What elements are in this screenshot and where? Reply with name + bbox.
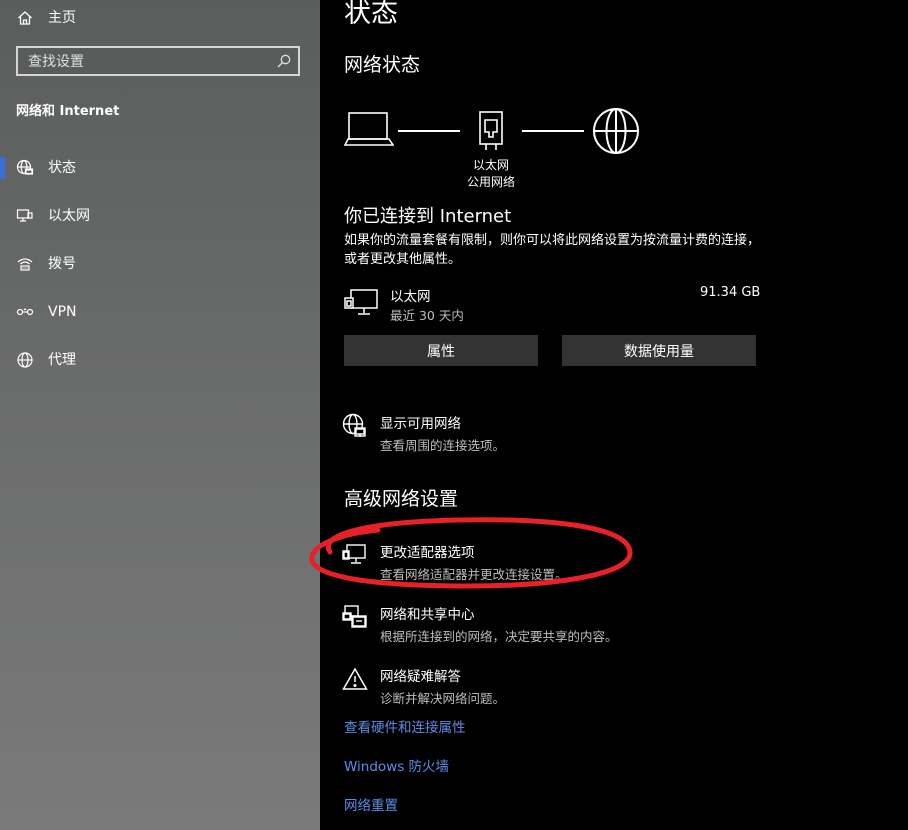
globe-icon — [16, 351, 34, 369]
ethernet-port-icon — [478, 110, 504, 156]
sharing-center-subtitle: 根据所连接到的网络，决定要共享的内容。 — [380, 629, 618, 644]
search-input[interactable] — [26, 51, 280, 73]
settings-search-box[interactable] — [16, 46, 300, 76]
sidebar-item-label: VPN — [48, 304, 77, 320]
search-icon[interactable] — [276, 53, 292, 73]
troubleshoot-subtitle: 诊断并解决网络问题。 — [380, 691, 506, 706]
sharing-center-title: 网络和共享中心 — [380, 607, 475, 623]
ethernet-connection-icon — [344, 288, 380, 322]
troubleshoot-title: 网络疑难解答 — [380, 669, 461, 685]
connected-heading: 你已连接到 Internet — [344, 206, 512, 227]
sidebar-item-ethernet[interactable]: 以太网 — [0, 198, 320, 234]
home-icon — [16, 9, 34, 27]
troubleshoot-link[interactable]: 网络疑难解答 诊断并解决网络问题。 — [380, 665, 505, 707]
sidebar: 主页 网络和 Internet 状态 以太网 — [0, 0, 320, 830]
properties-button[interactable]: 属性 — [344, 335, 538, 366]
network-reset-link[interactable]: 网络重置 — [344, 794, 398, 814]
sidebar-item-label: 代理 — [48, 352, 76, 368]
sidebar-item-label: 以太网 — [48, 208, 90, 224]
sharing-center-link[interactable]: 网络和共享中心 根据所连接到的网络，决定要共享的内容。 — [380, 603, 618, 645]
home-nav-item[interactable]: 主页 — [0, 0, 320, 36]
ethernet-icon — [16, 207, 34, 225]
section-title: 网络和 Internet — [16, 104, 120, 119]
network-status-heading: 网络状态 — [344, 54, 421, 76]
laptop-icon — [343, 110, 395, 152]
advanced-settings-heading: 高级网络设置 — [344, 488, 459, 510]
globe-status-icon — [16, 159, 34, 177]
show-networks-icon — [342, 413, 368, 443]
sidebar-item-label: 状态 — [48, 160, 76, 176]
data-usage-button[interactable]: 数据使用量 — [562, 335, 756, 366]
hardware-properties-link[interactable]: 查看硬件和连接属性 — [344, 716, 466, 736]
page-title: 状态 — [344, 0, 398, 29]
red-annotation-circle — [309, 517, 633, 589]
windows-firewall-link[interactable]: Windows 防火墙 — [344, 755, 449, 775]
sharing-center-icon — [342, 604, 368, 634]
sidebar-item-status[interactable]: 状态 — [0, 150, 320, 186]
vpn-icon — [16, 303, 34, 321]
main-content: 状态 网络状态 以太网 公用网络 你已连接到 Internet 如果你的流量套餐… — [309, 0, 908, 830]
connection-period: 最近 30 天内 — [390, 308, 464, 323]
data-usage-amount: 91.34 GB — [700, 285, 761, 300]
sidebar-item-dialup[interactable]: 拨号 — [0, 246, 320, 282]
diagram-label-ethernet: 以太网 — [472, 158, 509, 172]
diagram-label-network-type: 公用网络 — [466, 175, 515, 189]
show-networks-link[interactable]: 显示可用网络 查看周围的连接选项。 — [380, 412, 505, 454]
sidebar-item-proxy[interactable]: 代理 — [0, 342, 320, 378]
sidebar-item-label: 拨号 — [48, 256, 76, 272]
show-networks-subtitle: 查看周围的连接选项。 — [380, 438, 506, 453]
sidebar-item-vpn[interactable]: VPN — [0, 294, 320, 330]
warning-icon — [342, 667, 368, 695]
connection-line — [398, 130, 460, 132]
connection-line — [522, 130, 584, 132]
connected-description: 如果你的流量套餐有限制，则你可以将此网络设置为按流量计费的连接，或者更改其他属性… — [344, 233, 761, 267]
connection-name: 以太网 — [390, 289, 431, 305]
internet-globe-icon — [592, 107, 640, 159]
home-label: 主页 — [48, 10, 76, 26]
show-networks-title: 显示可用网络 — [380, 416, 461, 432]
dialup-icon — [16, 255, 34, 273]
